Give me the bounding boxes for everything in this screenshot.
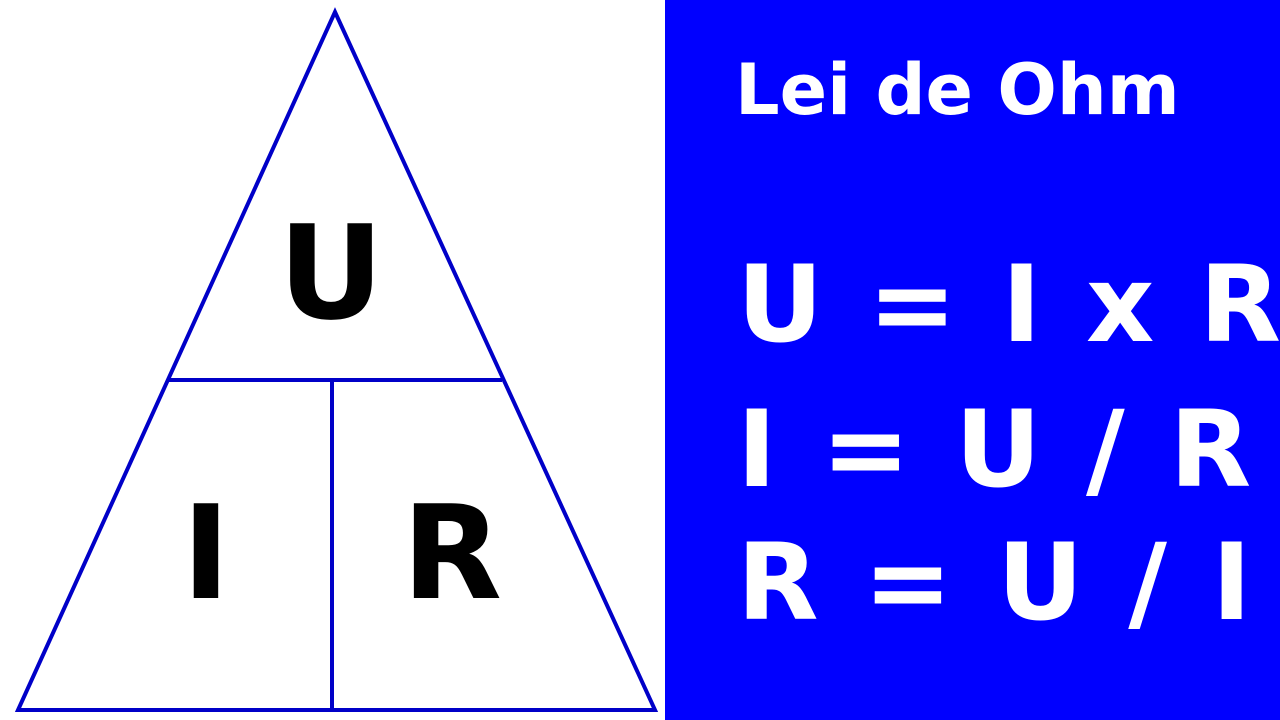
triangle-label-resistance: R bbox=[401, 477, 503, 629]
triangle-label-current: I bbox=[181, 477, 231, 629]
formula-panel: Lei de Ohm U = I x R I = U / R R = U / I bbox=[665, 0, 1280, 720]
panel-title: Lei de Ohm bbox=[735, 49, 1180, 131]
ohm-triangle-diagram bbox=[14, 7, 659, 712]
ohms-law-slide: U I R Lei de Ohm U = I x R I = U / R R =… bbox=[0, 0, 1280, 720]
formula-current: I = U / R bbox=[737, 388, 1256, 511]
triangle-label-voltage: U bbox=[278, 197, 384, 349]
formula-voltage: U = I x R bbox=[737, 243, 1280, 366]
formula-resistance: R = U / I bbox=[737, 521, 1256, 644]
ohm-triangle-panel: U I R bbox=[0, 0, 665, 720]
triangle-outline bbox=[14, 7, 659, 712]
